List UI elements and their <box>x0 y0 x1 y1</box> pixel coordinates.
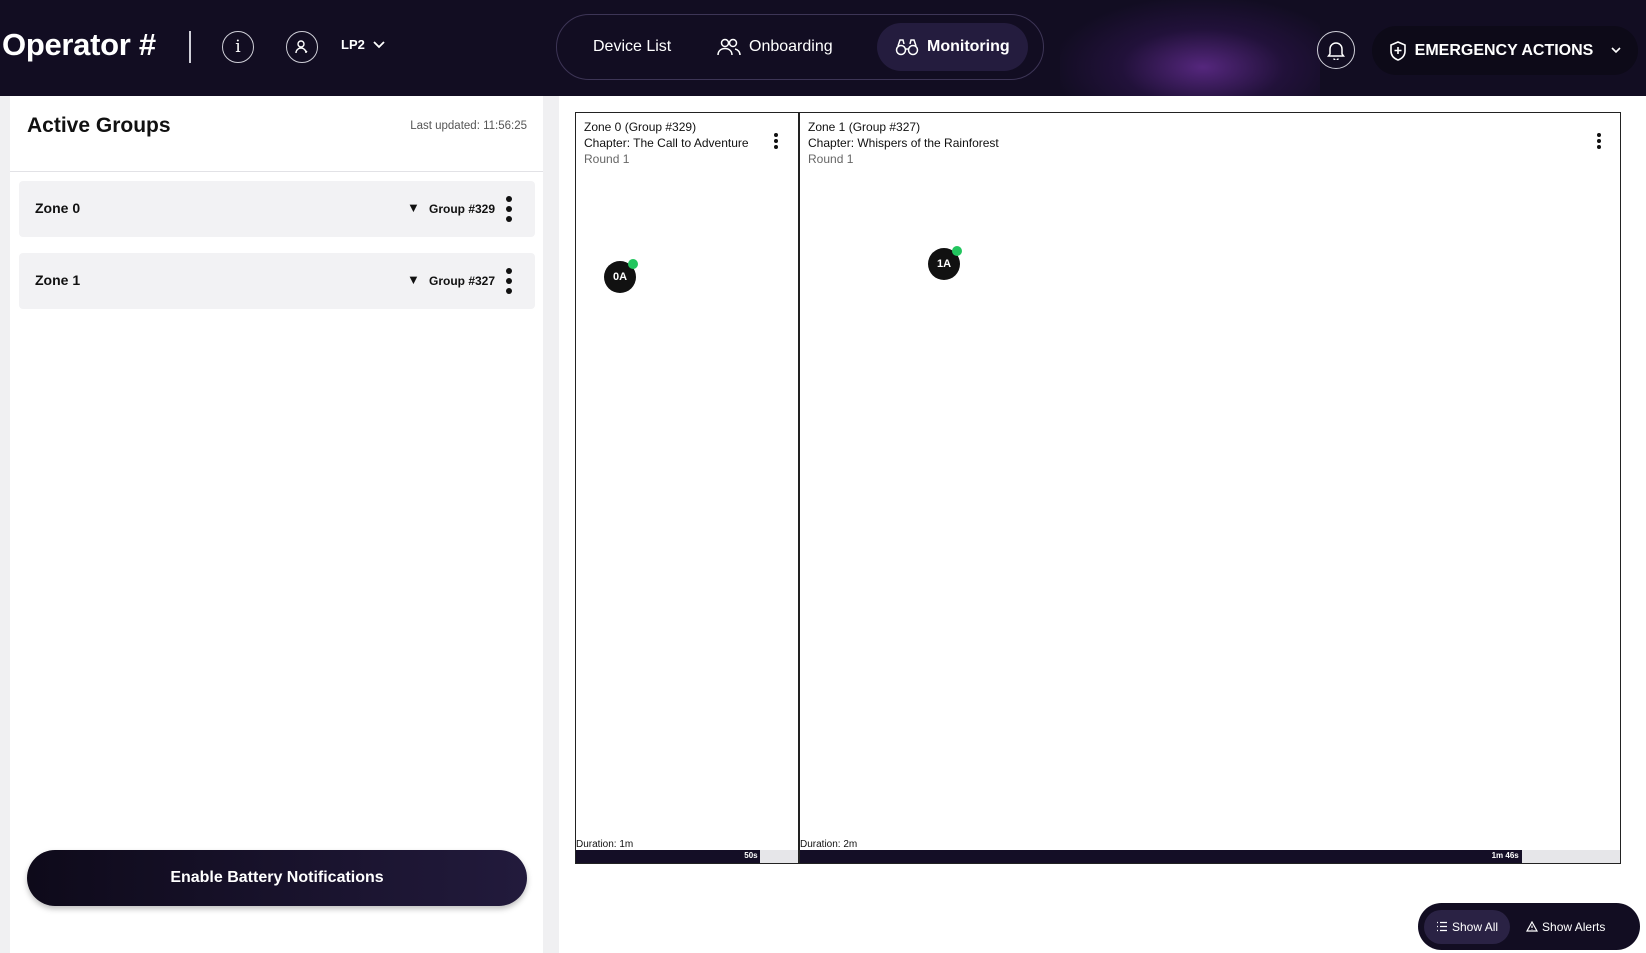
nav-device-list-label: Device List <box>593 38 672 55</box>
more-options-icon[interactable] <box>505 196 513 222</box>
nav-monitoring[interactable]: Monitoring <box>877 23 1028 71</box>
bell-icon <box>1327 42 1345 60</box>
app-title: Operator # <box>2 27 156 62</box>
monitoring-canvas: Zone 0 (Group #329) Chapter: The Call to… <box>559 96 1646 953</box>
zone-title: Zone 1 (Group #327) <box>808 120 921 134</box>
list-icon <box>1437 921 1447 932</box>
show-alerts-label: Show Alerts <box>1542 919 1606 934</box>
panel-title: Active Groups <box>27 114 171 137</box>
zone-chapter: Chapter: The Call to Adventure <box>584 136 749 150</box>
zone-header: Zone 1 (Group #327) Chapter: Whispers of… <box>808 119 999 167</box>
nav-onboarding[interactable]: Onboarding <box>699 23 851 71</box>
zone-progress-bar: 50s <box>576 850 798 863</box>
view-toggle: Show All Show Alerts <box>1418 903 1640 950</box>
divider <box>10 171 543 172</box>
project-selector-label: LP2 <box>341 37 365 52</box>
zone-panel-1: Zone 1 (Group #327) Chapter: Whispers of… <box>799 112 1621 864</box>
device-label: 0A <box>612 271 628 283</box>
enable-battery-notifications-button[interactable]: Enable Battery Notifications <box>27 850 527 906</box>
last-updated-timestamp: Last updated: 11:56:25 <box>410 120 527 132</box>
zone-chapter: Chapter: Whispers of the Rainforest <box>808 136 999 150</box>
more-options-icon[interactable] <box>505 268 513 294</box>
header-decoration <box>1060 0 1320 96</box>
device-badge[interactable]: 0A <box>604 259 638 293</box>
nav-onboarding-label: Onboarding <box>749 38 833 55</box>
nav-device-list[interactable]: Device List <box>575 23 689 71</box>
emergency-actions-button[interactable]: EMERGENCY ACTIONS <box>1372 26 1638 75</box>
zone-progress-fill <box>800 850 1522 863</box>
binoculars-icon <box>895 39 919 56</box>
notifications-button[interactable] <box>1317 31 1355 69</box>
zone-duration: Duration: 1m <box>576 839 634 850</box>
zone-panel-0: Zone 0 (Group #329) Chapter: The Call to… <box>575 112 799 864</box>
top-header: Operator # i LP2 Device List Onboarding <box>0 0 1646 96</box>
warning-icon <box>1526 921 1539 932</box>
zone-progress-fill <box>576 850 761 863</box>
zone-elapsed: 1m 46s <box>1491 851 1519 860</box>
user-icon <box>295 40 308 54</box>
zone-duration: Duration: 2m <box>800 839 858 850</box>
show-all-label: Show All <box>1452 919 1499 934</box>
show-alerts-button[interactable]: Show Alerts <box>1514 910 1617 944</box>
zone-name: Zone 1 <box>35 272 81 288</box>
show-all-button[interactable]: Show All <box>1424 909 1511 944</box>
zone-header: Zone 0 (Group #329) Chapter: The Call to… <box>584 119 749 167</box>
zone-more-options-icon[interactable] <box>773 133 779 149</box>
zone-progress-bar: 1m 46s <box>800 850 1620 863</box>
project-selector[interactable]: LP2 <box>341 37 385 52</box>
chevron-down-icon <box>1611 47 1621 54</box>
users-icon <box>717 38 741 56</box>
zone-round: Round 1 <box>808 152 854 166</box>
nav-monitoring-label: Monitoring <box>927 38 1010 55</box>
shield-plus-icon <box>1389 40 1406 61</box>
emergency-actions-label: EMERGENCY ACTIONS <box>1414 41 1594 59</box>
group-id: Group #329 <box>429 202 496 216</box>
filter-triangle-icon[interactable]: ▼ <box>407 200 420 215</box>
group-id: Group #327 <box>429 274 496 288</box>
device-label: 1A <box>936 258 952 270</box>
group-row-zone-0[interactable]: Zone 0 ▼ Group #329 <box>19 181 535 237</box>
zone-elapsed: 50s <box>744 851 758 860</box>
zone-title: Zone 0 (Group #329) <box>584 120 697 134</box>
active-groups-panel: Active Groups Last updated: 11:56:25 Zon… <box>10 96 543 953</box>
chevron-down-icon <box>373 40 385 48</box>
online-status-dot <box>628 259 638 269</box>
profile-button[interactable] <box>286 31 318 63</box>
filter-triangle-icon[interactable]: ▼ <box>407 272 420 287</box>
info-icon: i <box>235 37 241 57</box>
main-nav: Device List Onboarding Monitoring <box>556 14 1044 80</box>
group-row-zone-1[interactable]: Zone 1 ▼ Group #327 <box>19 253 535 309</box>
online-status-dot <box>952 246 962 256</box>
zone-name: Zone 0 <box>35 200 81 216</box>
device-badge[interactable]: 1A <box>928 246 962 280</box>
info-button[interactable]: i <box>222 31 254 63</box>
header-divider <box>189 31 191 63</box>
zone-round: Round 1 <box>584 152 630 166</box>
zone-more-options-icon[interactable] <box>1596 133 1602 149</box>
